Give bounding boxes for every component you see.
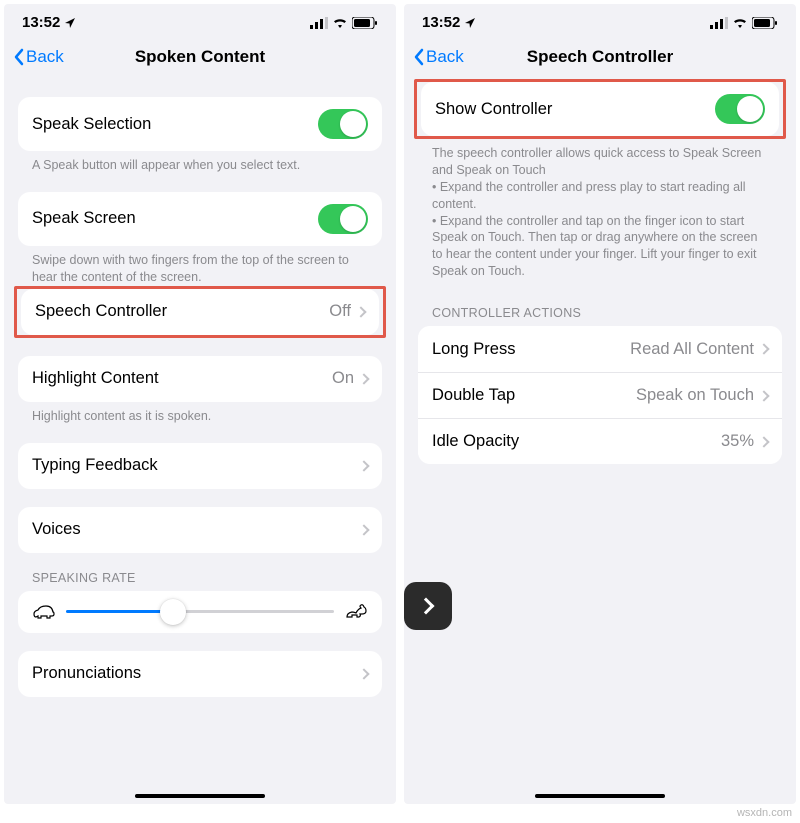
nav-bar: Back Speech Controller: [404, 35, 796, 79]
highlight-content-value: On: [332, 369, 354, 388]
pronunciations-label: Pronunciations: [32, 664, 141, 683]
nav-bar: Back Spoken Content: [4, 35, 396, 79]
show-controller-label: Show Controller: [435, 100, 552, 119]
long-press-row[interactable]: Long Press Read All Content: [418, 326, 782, 372]
speak-screen-toggle[interactable]: [318, 204, 368, 234]
location-icon: [64, 17, 76, 29]
show-controller-row[interactable]: Show Controller: [421, 82, 779, 136]
turtle-icon: [32, 603, 56, 621]
idle-opacity-value: 35%: [721, 432, 754, 451]
chevron-left-icon: [12, 47, 26, 67]
highlight-show-controller: Show Controller: [414, 79, 786, 139]
pronunciations-row[interactable]: Pronunciations: [18, 651, 382, 697]
phone-right-speech-controller: 13:52 Back Speech Controller Show Contro…: [404, 4, 796, 804]
chevron-right-icon: [358, 524, 369, 535]
idle-opacity-label: Idle Opacity: [432, 432, 519, 451]
long-press-value: Read All Content: [630, 340, 754, 359]
typing-feedback-row[interactable]: Typing Feedback: [18, 443, 382, 489]
back-label: Back: [26, 47, 64, 67]
watermark: wsxdn.com: [737, 807, 792, 819]
status-time: 13:52: [422, 14, 460, 31]
speak-selection-label: Speak Selection: [32, 115, 151, 134]
status-bar: 13:52: [404, 4, 796, 35]
typing-feedback-label: Typing Feedback: [32, 456, 158, 475]
chevron-right-icon: [758, 343, 769, 354]
slider-thumb[interactable]: [160, 599, 186, 625]
chevron-right-icon: [758, 436, 769, 447]
speak-selection-toggle[interactable]: [318, 109, 368, 139]
long-press-label: Long Press: [432, 340, 515, 359]
chevron-right-icon: [758, 390, 769, 401]
controller-actions-header: CONTROLLER ACTIONS: [418, 306, 782, 326]
home-indicator[interactable]: [535, 794, 665, 798]
speak-screen-label: Speak Screen: [32, 209, 136, 228]
chevron-right-icon: [355, 306, 366, 317]
chevron-right-icon: [358, 668, 369, 679]
back-button[interactable]: Back: [12, 47, 64, 67]
show-controller-description: The speech controller allows quick acces…: [418, 139, 782, 280]
speak-screen-footer: Swipe down with two fingers from the top…: [18, 246, 382, 286]
chevron-right-icon: [358, 460, 369, 471]
double-tap-value: Speak on Touch: [636, 386, 754, 405]
highlight-content-label: Highlight Content: [32, 369, 159, 388]
voices-row[interactable]: Voices: [18, 507, 382, 553]
speech-controller-floating-button[interactable]: [404, 582, 452, 630]
speech-controller-row[interactable]: Speech Controller Off: [21, 289, 379, 335]
double-tap-label: Double Tap: [432, 386, 515, 405]
speaking-rate-slider-row[interactable]: [18, 591, 382, 633]
speech-controller-label: Speech Controller: [35, 302, 167, 321]
home-indicator[interactable]: [135, 794, 265, 798]
location-icon: [464, 17, 476, 29]
wifi-icon: [332, 17, 348, 29]
idle-opacity-row[interactable]: Idle Opacity 35%: [418, 418, 782, 464]
battery-icon: [752, 17, 778, 29]
status-bar: 13:52: [4, 4, 396, 35]
phone-left-spoken-content: 13:52 Back Spoken Content Speak Selectio…: [4, 4, 396, 804]
voices-label: Voices: [32, 520, 81, 539]
back-button[interactable]: Back: [412, 47, 464, 67]
status-time: 13:52: [22, 14, 60, 31]
highlight-content-row[interactable]: Highlight Content On: [18, 356, 382, 402]
chevron-right-icon: [358, 373, 369, 384]
back-label: Back: [426, 47, 464, 67]
double-tap-row[interactable]: Double Tap Speak on Touch: [418, 372, 782, 418]
speak-screen-row[interactable]: Speak Screen: [18, 192, 382, 246]
speak-selection-row[interactable]: Speak Selection: [18, 97, 382, 151]
rabbit-icon: [344, 603, 368, 621]
cellular-icon: [710, 17, 728, 29]
show-controller-toggle[interactable]: [715, 94, 765, 124]
speech-controller-value: Off: [329, 302, 351, 321]
speaking-rate-header: SPEAKING RATE: [18, 571, 382, 591]
battery-icon: [352, 17, 378, 29]
cellular-icon: [310, 17, 328, 29]
chevron-right-icon: [418, 598, 435, 615]
chevron-left-icon: [412, 47, 426, 67]
wifi-icon: [732, 17, 748, 29]
highlight-speech-controller: Speech Controller Off: [14, 286, 386, 338]
speaking-rate-slider[interactable]: [66, 610, 334, 613]
highlight-content-footer: Highlight content as it is spoken.: [18, 402, 382, 425]
speak-selection-footer: A Speak button will appear when you sele…: [18, 151, 382, 174]
